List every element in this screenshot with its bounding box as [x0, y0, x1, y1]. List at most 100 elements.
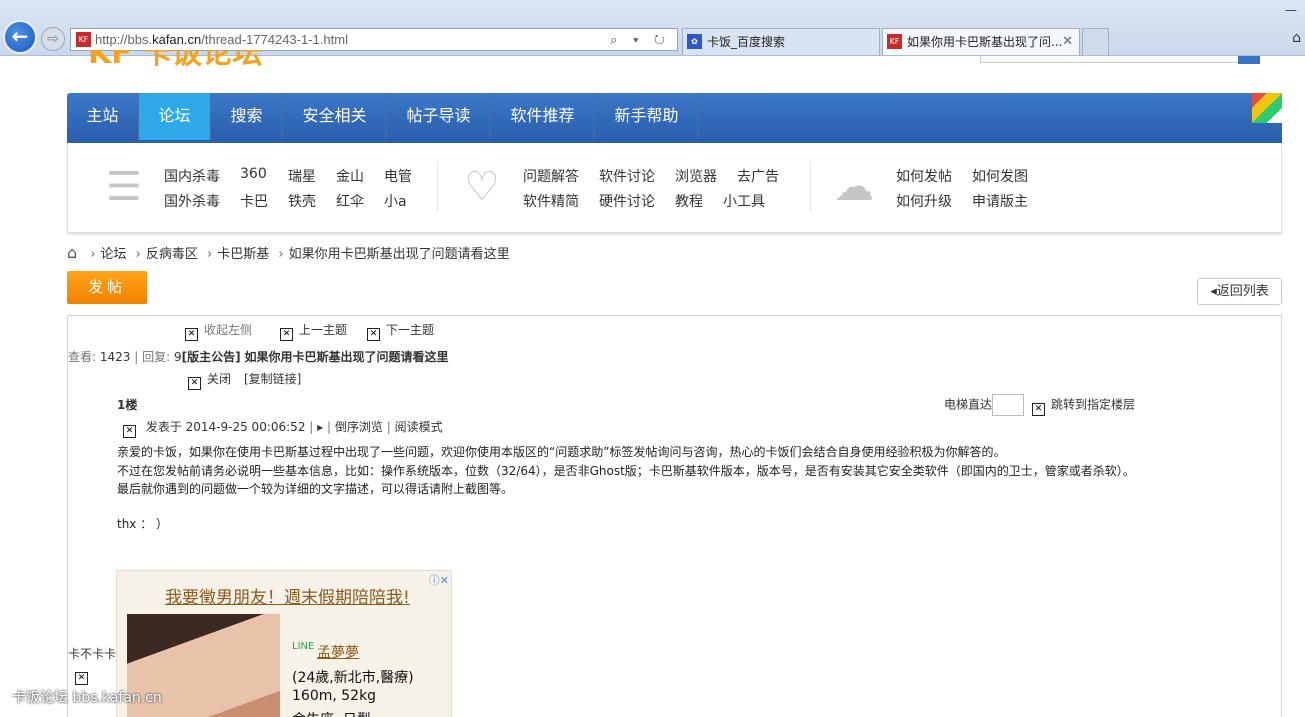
kafan-favicon-icon: KF [76, 32, 91, 47]
nav-item-security[interactable]: 安全相关 [283, 93, 387, 140]
breadcrumb-item[interactable]: 卡巴斯基 [217, 247, 269, 262]
subnav-link[interactable]: 软件讨论 [599, 166, 655, 186]
subnav-link[interactable]: 如何发图 [972, 166, 1028, 186]
subnav-link[interactable]: 红伞 [336, 191, 364, 211]
posted-time: 发表于 2014-9-25 00:06:52 [145, 420, 306, 434]
url-prefix: http://bbs. [95, 32, 153, 47]
home-icon[interactable]: ⌂ [1292, 30, 1301, 46]
new-tab-button[interactable] [1082, 28, 1109, 55]
subnav-link[interactable]: 电管 [384, 166, 412, 186]
tab-baidu[interactable]: ✿ 卡饭_百度搜索 [682, 28, 880, 55]
next-label: 下一主题 [386, 323, 435, 337]
subnav-link[interactable]: 硬件讨论 [599, 191, 655, 211]
close-label: 关闭 [207, 372, 232, 386]
back-to-list-button[interactable]: ◂返回列表 [1197, 278, 1282, 305]
close-icon[interactable]: ✕ [1062, 29, 1073, 55]
search-input[interactable] [980, 56, 1240, 63]
divider [810, 161, 811, 211]
sub-nav: ☰ 国内杀毒 360 瑞星 金山 电管 国外杀毒 卡巴 铁壳 红伞 小a ♡ 问… [67, 143, 1282, 233]
tab-kafan-thread[interactable]: KF 如果你用卡巴斯基出现了问... ✕ [882, 28, 1080, 55]
read-mode-link[interactable]: 阅读模式 [395, 420, 443, 434]
ad-title[interactable]: 我要徵男朋友！週末假期陪陪我! [165, 583, 410, 608]
next-thread-link[interactable]: ✕ 下一主题 [367, 321, 434, 341]
play-icon[interactable]: ▸ [317, 420, 323, 434]
back-list-label: 返回列表 [1216, 284, 1269, 299]
floor-input[interactable] [992, 394, 1025, 416]
breadcrumb-item[interactable]: 反病毒区 [146, 247, 198, 262]
subnav-link[interactable]: 教程 [675, 191, 703, 211]
prev-thread-link[interactable]: ✕ 上一主题 [280, 321, 347, 341]
floor-jump: 电梯直达 ✕ 跳转到指定楼层 [944, 394, 1135, 416]
subnav-link[interactable]: 铁壳 [288, 191, 316, 211]
divider: | [386, 420, 395, 434]
url-domain: kafan.cn [152, 32, 202, 47]
chevron-right-icon: › [135, 247, 141, 262]
subnav-link[interactable]: 去广告 [737, 166, 779, 186]
post-paragraph: 最后就你遇到的问题做一个较为详细的文字描述，可以得话请附上截图等。 [117, 482, 514, 496]
avatar-placeholder[interactable]: ✕ [75, 667, 94, 685]
copy-link-button[interactable]: [复制链接] [244, 370, 301, 387]
post-meta: ✕ 发表于 2014-9-25 00:06:52 | ▸ | 倒序浏览 | 阅读… [123, 418, 443, 438]
collapse-sidebar-link[interactable]: ✕ 收起左侧 [185, 321, 252, 341]
nav-item-guide[interactable]: 帖子导读 [387, 93, 491, 140]
subnav-link[interactable]: 360 [240, 166, 267, 182]
subnav-link[interactable]: 小工具 [723, 191, 765, 211]
minimize-icon[interactable]: — [1285, 0, 1297, 20]
site-search[interactable] [980, 56, 1280, 64]
subnav-link[interactable]: 金山 [336, 166, 364, 186]
chevron-right-icon: › [90, 247, 96, 262]
ad-info-close-icon[interactable]: ⓘ✕ [429, 572, 449, 588]
divider: | [309, 420, 318, 434]
nav-item-main[interactable]: 主站 [67, 93, 139, 140]
broken-image-icon: ✕ [185, 328, 198, 341]
thread-tag[interactable]: [版主公告] [182, 350, 241, 364]
close-link[interactable]: ✕ 关闭 [188, 370, 231, 390]
reverse-order-link[interactable]: 倒序浏览 [335, 420, 383, 434]
broken-image-icon: ✕ [123, 425, 136, 438]
ad-profile-name[interactable]: 孟夢夢 [317, 642, 359, 662]
new-post-button[interactable]: 发帖 [67, 271, 147, 304]
nav-item-search[interactable]: 搜索 [211, 93, 283, 140]
advertisement[interactable]: 我要徵男朋友！週末假期陪陪我! ⓘ✕ LINE 孟夢夢 (24歲,新北市,醫療)… [116, 570, 452, 717]
search-button[interactable] [1238, 56, 1260, 64]
search-refresh-icons[interactable]: ⌕ ▾ ↻ [610, 29, 671, 50]
sidebar-user[interactable]: 卡不卡卡 [68, 645, 116, 662]
subnav-link[interactable]: 瑞星 [288, 166, 316, 186]
line-badge: LINE [292, 641, 315, 652]
floor-number[interactable]: 1楼 [117, 396, 137, 413]
nav-item-forum[interactable]: 论坛 [139, 93, 211, 140]
home-icon[interactable]: ⌂ [67, 243, 77, 263]
post-thanks: thx ： ） [117, 517, 169, 531]
subnav-link[interactable]: 如何发帖 [896, 166, 952, 186]
breadcrumb-item[interactable]: 如果你用卡巴斯基出现了问题请看这里 [289, 247, 510, 262]
subnav-link[interactable]: 卡巴 [240, 191, 268, 211]
subnav-link[interactable]: 小a [384, 191, 407, 211]
subnav-link[interactable]: 国内杀毒 [164, 166, 220, 186]
subnav-link[interactable]: 软件精简 [523, 191, 579, 211]
back-button[interactable]: ← [3, 20, 37, 54]
views-count: 1423 [99, 350, 131, 364]
baidu-paw-icon: ✿ [687, 34, 702, 49]
jump-label[interactable]: 跳转到指定楼层 [1051, 398, 1135, 412]
subnav-link[interactable]: 国外杀毒 [164, 191, 220, 211]
kafan-favicon-icon: KF [887, 34, 902, 49]
replies-count: 9 [174, 350, 182, 364]
subnav-link[interactable]: 问题解答 [523, 166, 579, 186]
site-logo[interactable]: KF 卡饭论坛 [88, 50, 308, 70]
post-body: 亲爱的卡饭，如果你在使用卡巴斯基过程中出现了一些问题，欢迎你使用本版区的“问题求… [117, 443, 1135, 499]
subnav-link[interactable]: 如何升级 [896, 191, 952, 211]
tab-label: 如果你用卡巴斯基出现了问... [907, 35, 1063, 49]
nav-item-help[interactable]: 新手帮助 [595, 93, 699, 140]
browser-chrome: ← ⇨ KF http://bbs.kafan.cn/thread-177424… [0, 0, 1305, 56]
color-corner-icon [1252, 93, 1282, 123]
post-paragraph: 亲爱的卡饭，如果你在使用卡巴斯基过程中出现了一些问题，欢迎你使用本版区的“问题求… [117, 445, 1006, 459]
chevron-right-icon: › [207, 247, 213, 262]
broken-image-icon[interactable]: ✕ [1032, 402, 1046, 416]
nav-item-software[interactable]: 软件推荐 [491, 93, 595, 140]
subnav-link[interactable]: 浏览器 [675, 166, 717, 186]
forward-button[interactable]: ⇨ [41, 27, 65, 51]
tab-label: 卡饭_百度搜索 [707, 35, 786, 49]
breadcrumb-item[interactable]: 论坛 [101, 247, 127, 262]
subnav-link[interactable]: 申请版主 [972, 191, 1028, 211]
address-bar[interactable]: KF http://bbs.kafan.cn/thread-1774243-1-… [70, 28, 678, 51]
